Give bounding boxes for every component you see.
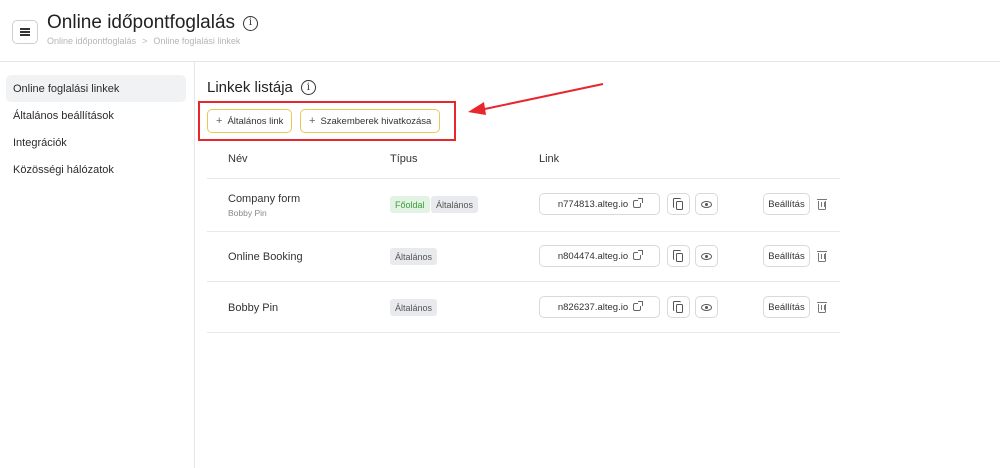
copy-link-button[interactable]	[667, 296, 690, 318]
info-icon[interactable]: i	[300, 80, 316, 95]
column-header-type: Típus	[390, 153, 418, 165]
preview-button[interactable]	[695, 193, 718, 215]
eye-icon	[701, 252, 712, 260]
trash-icon[interactable]	[817, 251, 827, 262]
breadcrumb: Online időpontfoglalás > Online foglalás…	[47, 36, 240, 46]
column-header-link: Link	[539, 153, 560, 165]
trash-icon[interactable]	[817, 302, 827, 313]
sidebar-item-general-settings[interactable]: Általános beállítások	[6, 102, 186, 129]
row-name: Online Booking	[228, 251, 303, 263]
tag-general: Általános	[390, 248, 438, 265]
tag-main-page: Főoldal	[390, 196, 430, 213]
copy-link-button[interactable]	[667, 193, 690, 215]
link-field[interactable]: n826237.alteg.io	[539, 296, 660, 318]
info-icon[interactable]: i	[243, 15, 259, 31]
page-title: Online időpontfoglalás i	[47, 12, 259, 34]
sidebar: Online foglalási linkek Általános beállí…	[0, 62, 195, 468]
add-general-link-button[interactable]: + Általános link	[207, 109, 293, 133]
copy-icon	[673, 197, 683, 210]
settings-button[interactable]: Beállítás	[763, 296, 810, 318]
page-header: Online időpontfoglalás i Online időpontf…	[0, 0, 1000, 62]
section-title: Linkek listája i	[207, 79, 316, 96]
settings-button[interactable]: Beállítás	[763, 193, 810, 215]
column-header-name: Név	[228, 153, 248, 165]
menu-button[interactable]	[12, 20, 38, 44]
row-name: Bobby Pin	[228, 302, 279, 314]
breadcrumb-item-home[interactable]: Online időpontfoglalás	[47, 36, 136, 46]
copy-icon	[673, 249, 683, 262]
row-divider	[207, 281, 840, 282]
sidebar-item-social-networks[interactable]: Közösségi hálózatok	[6, 156, 186, 183]
sidebar-item-online-links[interactable]: Online foglalási linkek	[6, 75, 186, 102]
row-divider	[207, 178, 840, 179]
eye-icon	[701, 303, 712, 311]
row-subtitle: Bobby Pin	[228, 208, 267, 218]
eye-icon	[701, 200, 712, 208]
annotation-arrow	[468, 83, 604, 115]
sidebar-item-integrations[interactable]: Integrációk	[6, 129, 186, 156]
external-link-icon	[633, 198, 644, 208]
link-field[interactable]: n804474.alteg.io	[539, 245, 660, 267]
add-staff-link-button[interactable]: + Szakemberek hivatkozása	[300, 109, 441, 133]
preview-button[interactable]	[695, 245, 718, 267]
menu-icon	[20, 28, 30, 36]
tag-general: Általános	[390, 299, 438, 316]
external-link-icon	[633, 250, 644, 260]
trash-icon[interactable]	[817, 199, 827, 210]
row-name: Company form	[228, 193, 301, 205]
breadcrumb-item-current: Online foglalási linkek	[153, 36, 241, 46]
row-divider	[207, 332, 840, 333]
external-link-icon	[633, 301, 644, 311]
preview-button[interactable]	[695, 296, 718, 318]
breadcrumb-separator: >	[142, 36, 148, 46]
link-field[interactable]: n774813.alteg.io	[539, 193, 660, 215]
settings-button[interactable]: Beállítás	[763, 245, 810, 267]
tag-general: Általános	[431, 196, 479, 213]
copy-icon	[673, 300, 683, 313]
plus-icon: +	[216, 115, 223, 127]
plus-icon: +	[309, 115, 316, 127]
copy-link-button[interactable]	[667, 245, 690, 267]
row-divider	[207, 231, 840, 232]
